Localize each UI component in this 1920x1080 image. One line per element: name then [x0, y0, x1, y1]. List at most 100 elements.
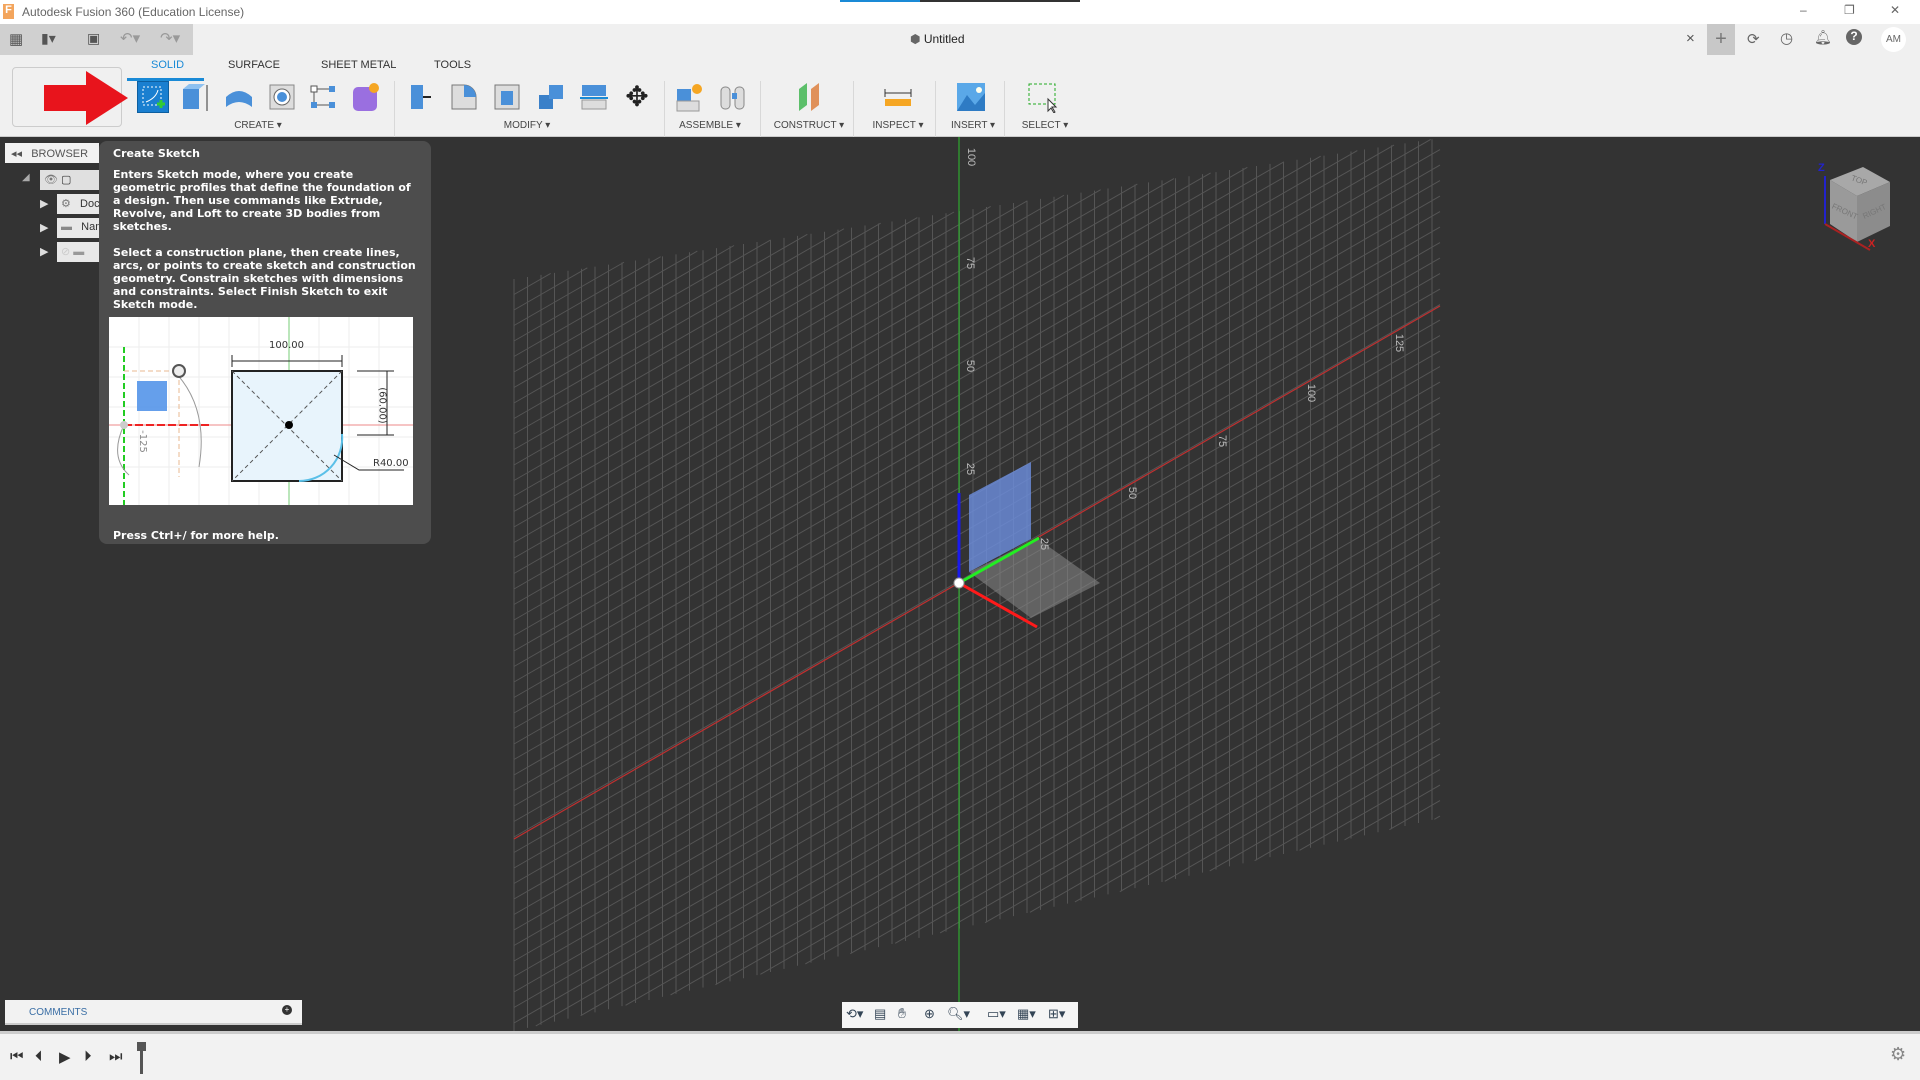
measure-icon[interactable]: [882, 81, 914, 113]
minimize-button[interactable]: –: [1800, 3, 1807, 17]
tab-tools[interactable]: TOOLS: [434, 59, 471, 71]
tooltip-illustration: 100.00 (60.00) R40.00 -125: [109, 317, 413, 505]
go-to-start-icon[interactable]: ⏮︎: [10, 1048, 24, 1065]
expand-icon[interactable]: ▶: [40, 221, 48, 234]
fit-zoom-icon[interactable]: 🔍︎▾: [947, 1006, 970, 1022]
viewcube-x-label: X: [1868, 238, 1876, 250]
title-bar: F Autodesk Fusion 360 (Education License…: [0, 0, 1920, 24]
expand-root-icon[interactable]: ◢: [22, 172, 30, 183]
x-label-25: 25: [1038, 537, 1051, 551]
close-tab-button[interactable]: ×: [1686, 30, 1695, 47]
timeline-marker[interactable]: [137, 1042, 146, 1074]
combine-icon[interactable]: [535, 81, 567, 113]
x-label-75: 75: [1216, 434, 1229, 448]
go-to-end-icon[interactable]: ⏭︎: [109, 1048, 123, 1065]
press-pull-icon[interactable]: [405, 81, 437, 113]
tooltip-description: Enters Sketch mode, where you create geo…: [113, 168, 411, 233]
tooltip-footer: Press Ctrl+/ for more help.: [113, 529, 279, 542]
display-settings-icon[interactable]: ▭▾: [987, 1006, 1006, 1022]
z-label-50: 50: [964, 359, 977, 373]
fillet-icon[interactable]: [448, 81, 480, 113]
gear-icon: ⚙: [61, 198, 71, 210]
origin-point[interactable]: [953, 577, 965, 589]
step-forward-icon[interactable]: ⏵︎: [84, 1048, 92, 1065]
folder-icon: ▬: [61, 221, 72, 233]
insert-menu[interactable]: INSERT ▾: [951, 120, 995, 131]
file-menu-icon[interactable]: ▮▾: [41, 30, 56, 47]
undo-icon[interactable]: ↶▾: [120, 29, 140, 47]
x-label-125: 125: [1393, 333, 1406, 353]
create-menu[interactable]: CREATE ▾: [234, 120, 282, 131]
move-copy-icon[interactable]: ✥: [621, 81, 653, 113]
extensions-icon[interactable]: ⟳: [1747, 30, 1760, 48]
illustration-dim-height: (60.00): [376, 387, 388, 424]
illustration-dim-neg: -125: [136, 430, 148, 453]
z-label-100: 100: [965, 147, 978, 167]
timeline-settings-gear-icon[interactable]: ⚙: [1890, 1044, 1906, 1065]
modify-menu[interactable]: MODIFY ▾: [504, 120, 551, 131]
illustration-radius: R40.00: [373, 458, 409, 469]
loading-bar: [840, 0, 1080, 2]
pattern-icon[interactable]: [307, 81, 339, 113]
add-comment-icon[interactable]: +: [282, 1005, 292, 1015]
restore-button[interactable]: ❐: [1844, 3, 1855, 17]
shell-icon[interactable]: [491, 81, 523, 113]
tab-surface[interactable]: SURFACE: [228, 59, 280, 71]
expand-icon[interactable]: ▶: [40, 245, 48, 258]
look-at-icon[interactable]: ▤: [874, 1006, 886, 1022]
hidden-eye-icon[interactable]: ⊘: [61, 246, 70, 258]
navigation-toolbar: ⟲▾ ▤ ✋︎ ⊕ 🔍︎▾ ▭▾ ▦▾ ⊞▾: [842, 1002, 1078, 1028]
offset-plane-icon[interactable]: [793, 81, 825, 113]
browser-panel-header[interactable]: ◂◂ BROWSER: [5, 143, 99, 163]
new-component-icon[interactable]: [673, 81, 705, 113]
notifications-bell-icon[interactable]: 🔔︎: [1814, 29, 1832, 46]
new-tab-button[interactable]: +: [1707, 24, 1735, 55]
redo-icon[interactable]: ↷▾: [160, 29, 180, 47]
split-body-icon[interactable]: [578, 81, 610, 113]
visibility-eye-icon[interactable]: 👁︎: [44, 174, 58, 186]
help-icon[interactable]: ?: [1846, 29, 1862, 45]
create-form-icon[interactable]: [350, 81, 382, 113]
expand-icon[interactable]: ▶: [40, 197, 48, 210]
close-window-button[interactable]: ✕: [1890, 3, 1900, 17]
zoom-icon[interactable]: ⊕: [924, 1006, 935, 1022]
x-label-50: 50: [1126, 486, 1139, 500]
separator: [853, 81, 854, 137]
viewports-icon[interactable]: ⊞▾: [1048, 1006, 1065, 1022]
insert-image-icon[interactable]: [955, 81, 987, 113]
component-icon: ▢: [61, 174, 72, 186]
job-status-icon[interactable]: ◷: [1780, 29, 1793, 47]
select-menu[interactable]: SELECT ▾: [1022, 120, 1069, 131]
assemble-menu[interactable]: ASSEMBLE ▾: [679, 120, 741, 131]
joint-icon[interactable]: [717, 81, 749, 113]
create-sketch-button[interactable]: [137, 81, 169, 113]
collapse-browser-icon[interactable]: ◂◂: [11, 148, 22, 160]
view-cube[interactable]: Z X TOP FRONT RIGHT: [1815, 162, 1915, 252]
inspect-menu[interactable]: INSPECT ▾: [873, 120, 924, 131]
comments-panel[interactable]: COMMENTS +: [5, 1000, 302, 1025]
separator: [935, 81, 936, 137]
pan-hand-icon[interactable]: ✋︎: [898, 1005, 906, 1022]
grid-settings-icon[interactable]: ▦▾: [1017, 1006, 1036, 1022]
separator: [1004, 81, 1005, 137]
revolve-icon[interactable]: [223, 81, 255, 113]
apps-grid-icon[interactable]: ▦: [9, 30, 23, 48]
hole-icon[interactable]: [266, 81, 298, 113]
user-avatar[interactable]: AM: [1881, 27, 1906, 52]
fusion-logo-icon: F: [3, 4, 14, 19]
construct-menu[interactable]: CONSTRUCT ▾: [774, 120, 844, 131]
tab-sheet-metal[interactable]: SHEET METAL: [321, 59, 396, 71]
step-back-icon[interactable]: ⏴︎: [35, 1048, 43, 1065]
tooltip-instructions: Select a construction plane, then create…: [113, 246, 416, 311]
tooltip-title: Create Sketch: [113, 147, 200, 160]
orbit-icon[interactable]: ⟲▾: [846, 1006, 863, 1022]
tab-solid[interactable]: SOLID: [126, 59, 205, 81]
play-icon[interactable]: ▶: [59, 1048, 71, 1066]
separator: [394, 81, 395, 137]
save-icon[interactable]: ▣: [87, 30, 100, 47]
select-icon[interactable]: [1026, 81, 1058, 114]
separator: [664, 81, 665, 137]
document-tab[interactable]: ⬢ Untitled: [910, 32, 965, 46]
extrude-icon[interactable]: [179, 81, 211, 113]
browser-item-root[interactable]: 👁︎ ▢: [40, 170, 100, 190]
